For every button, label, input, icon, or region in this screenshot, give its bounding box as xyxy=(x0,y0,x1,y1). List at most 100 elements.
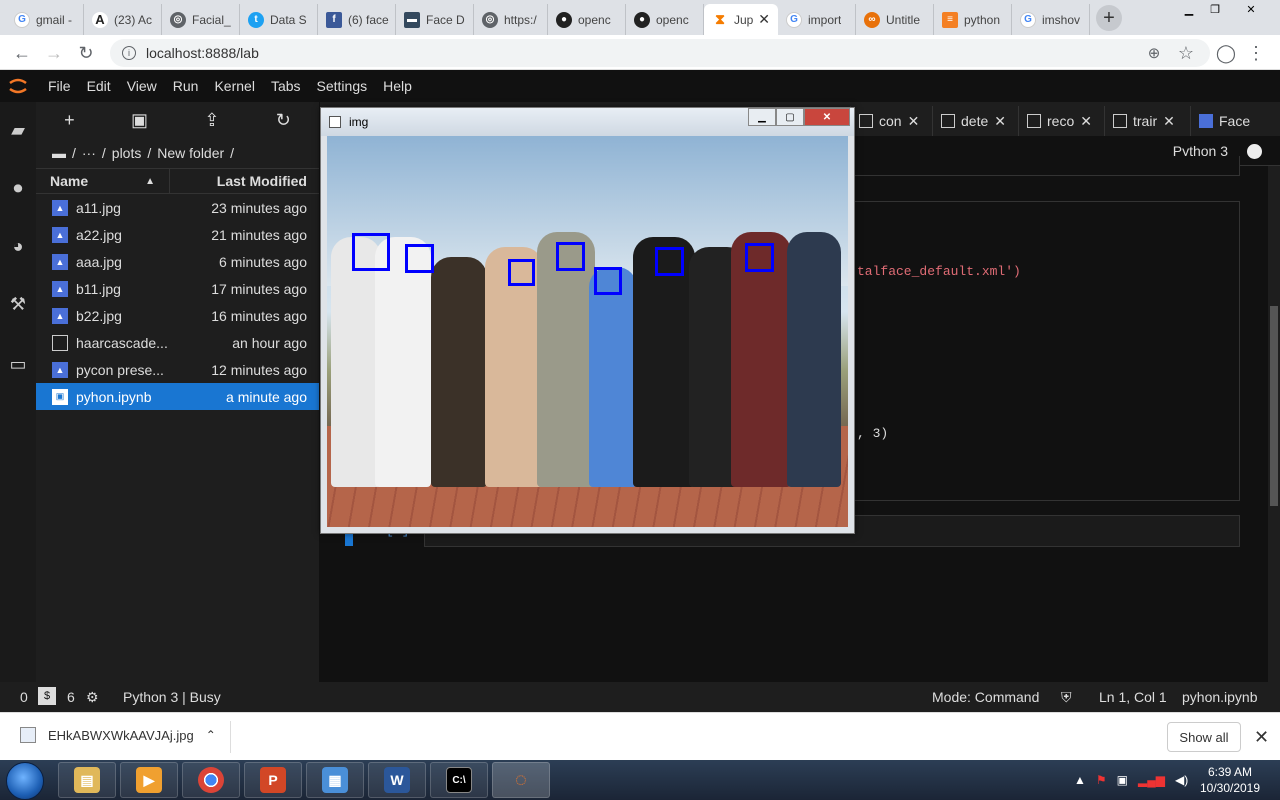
new-folder-icon[interactable]: ▣ xyxy=(131,110,148,131)
kernel-state[interactable]: Python 3 | Busy xyxy=(123,689,221,705)
menu-tabs[interactable]: Tabs xyxy=(263,78,309,94)
cursor-position[interactable]: Ln 1, Col 1 xyxy=(1099,689,1167,705)
forward-icon[interactable]: → xyxy=(42,41,66,65)
minimize-icon[interactable]: ▁ xyxy=(748,108,776,126)
browser-tab[interactable]: ● openc xyxy=(548,4,626,35)
file-row[interactable]: ▲ b11.jpg 17 minutes ago xyxy=(36,275,319,302)
close-icon[interactable]: ✕ xyxy=(804,108,850,126)
new-tab-button[interactable]: + xyxy=(1096,5,1122,31)
doc-tab[interactable]: dete ✕ xyxy=(932,106,1018,136)
file-modified: an hour ago xyxy=(232,334,307,351)
doc-tab[interactable]: reco ✕ xyxy=(1018,106,1104,136)
close-icon[interactable]: ✕ xyxy=(1163,113,1175,130)
browser-tab[interactable]: A (23) Ac xyxy=(84,4,162,35)
taskbar-media-player[interactable]: ▶ xyxy=(120,762,178,798)
menu-kernel[interactable]: Kernel xyxy=(206,78,262,94)
browser-tab[interactable]: ▬ Face D xyxy=(396,4,474,35)
start-button[interactable] xyxy=(6,762,44,800)
refresh-icon[interactable]: ↻ xyxy=(276,110,291,131)
file-row[interactable]: ▲ aaa.jpg 6 minutes ago xyxy=(36,248,319,275)
doc-tab[interactable]: trair ✕ xyxy=(1104,106,1190,136)
restore-icon[interactable]: ❐ xyxy=(1202,0,1228,18)
taskbar-word[interactable]: W xyxy=(368,762,426,798)
menu-run[interactable]: Run xyxy=(165,78,207,94)
wrench-icon[interactable]: ⚒ xyxy=(6,292,30,316)
url-field[interactable]: i localhost:8888/lab xyxy=(110,39,1210,67)
new-launcher-icon[interactable]: + xyxy=(64,110,75,131)
taskbar-control-panel[interactable]: ▦ xyxy=(306,762,364,798)
menu-view[interactable]: View xyxy=(119,78,165,94)
tabs-icon[interactable]: ▭ xyxy=(6,352,30,376)
browser-tab[interactable]: G imshov xyxy=(1012,4,1090,35)
file-row[interactable]: haarcascade... an hour ago xyxy=(36,329,319,356)
doc-tab[interactable]: Face xyxy=(1190,106,1280,136)
network-icon[interactable]: ▂▄▆ xyxy=(1138,773,1165,787)
terminal-icon[interactable]: $ xyxy=(38,687,56,705)
action-center-icon[interactable]: ⚑ xyxy=(1096,773,1107,787)
reload-icon[interactable]: ↻ xyxy=(74,41,98,65)
close-icon[interactable]: ✕ xyxy=(1254,727,1269,748)
breadcrumb-ellipsis[interactable]: ··· xyxy=(82,145,96,161)
browser-tab[interactable]: f (6) face xyxy=(318,4,396,35)
tray-expand-icon[interactable]: ▲ xyxy=(1074,773,1086,787)
clock[interactable]: 6:39 AM 10/30/2019 xyxy=(1196,764,1264,796)
menu-help[interactable]: Help xyxy=(375,78,420,94)
bookmark-star-icon[interactable]: ☆ xyxy=(1174,41,1198,65)
taskbar-powerpoint[interactable]: P xyxy=(244,762,302,798)
browser-tab[interactable]: t Data S xyxy=(240,4,318,35)
show-all-button[interactable]: Show all xyxy=(1167,722,1241,752)
breadcrumb-new-folder[interactable]: New folder xyxy=(157,145,224,161)
info-icon[interactable]: i xyxy=(122,46,136,60)
close-icon[interactable]: ✕ xyxy=(908,113,920,130)
file-row-selected[interactable]: ▣ pyhon.ipynb a minute ago xyxy=(36,383,319,410)
shield-icon[interactable]: ⛨ xyxy=(1061,689,1072,706)
name-column-header[interactable]: Name ▲ xyxy=(36,169,170,193)
file-row[interactable]: ▲ b22.jpg 16 minutes ago xyxy=(36,302,319,329)
menu-dots-icon[interactable]: ⋮ xyxy=(1244,41,1268,65)
breadcrumb-plots[interactable]: plots xyxy=(112,145,142,161)
chevron-up-icon[interactable]: ⌃ xyxy=(206,728,216,742)
zoom-icon[interactable]: ⊕ xyxy=(1142,41,1166,65)
doc-tab[interactable]: con ✕ xyxy=(850,106,932,136)
volume-icon[interactable]: ◀) xyxy=(1175,773,1188,787)
close-window-icon[interactable]: ✕ xyxy=(1228,0,1274,18)
menu-file[interactable]: File xyxy=(36,78,79,94)
palette-icon[interactable]: ◕ xyxy=(6,234,30,258)
close-tab-icon[interactable]: ✕ xyxy=(758,11,770,28)
scrollbar[interactable] xyxy=(1268,166,1280,682)
back-icon[interactable]: ← xyxy=(10,41,34,65)
profile-avatar-icon[interactable]: ◯ xyxy=(1214,41,1238,65)
opencv-image-window[interactable]: img ▁ ▢ ✕ xyxy=(320,107,855,534)
file-row[interactable]: ▲ a11.jpg 23 minutes ago xyxy=(36,194,319,221)
close-icon[interactable]: ✕ xyxy=(994,113,1006,130)
browser-tab[interactable]: G import xyxy=(778,4,856,35)
taskbar-chrome[interactable] xyxy=(182,762,240,798)
browser-tab[interactable]: ≡ python xyxy=(934,4,1012,35)
close-icon[interactable]: ✕ xyxy=(1080,113,1092,130)
browser-tab[interactable]: ◎ Facial_ xyxy=(162,4,240,35)
upload-icon[interactable]: ⇪ xyxy=(204,110,219,131)
browser-tab[interactable]: ∞ Untitle xyxy=(856,4,934,35)
taskbar-explorer[interactable]: ▤ xyxy=(58,762,116,798)
scroll-thumb[interactable] xyxy=(1270,306,1278,506)
download-item[interactable]: EHkABWXWkAAVJAj.jpg ⌃ xyxy=(20,727,216,743)
taskbar-cmd[interactable]: C:\ xyxy=(430,762,488,798)
window-titlebar[interactable]: img ▁ ▢ ✕ xyxy=(321,108,854,136)
folder-icon[interactable]: ▰ xyxy=(6,118,30,142)
kernel-gear-icon[interactable]: ⚙ xyxy=(86,689,99,706)
menu-settings[interactable]: Settings xyxy=(309,78,376,94)
minimize-icon[interactable]: ▁ xyxy=(1176,0,1202,18)
running-icon[interactable]: ⏺ xyxy=(6,176,30,200)
file-row[interactable]: ▲ pycon prese... 12 minutes ago xyxy=(36,356,319,383)
maximize-icon[interactable]: ▢ xyxy=(776,108,804,126)
browser-tab[interactable]: ◎ https:/ xyxy=(474,4,548,35)
device-icon[interactable]: ▣ xyxy=(1117,773,1128,787)
modified-column-header[interactable]: Last Modified xyxy=(170,173,319,189)
browser-tab-active[interactable]: ⧗ Jup ✕ xyxy=(704,4,778,35)
file-row[interactable]: ▲ a22.jpg 21 minutes ago xyxy=(36,221,319,248)
menu-edit[interactable]: Edit xyxy=(79,78,119,94)
browser-tab[interactable]: G gmail - xyxy=(6,4,84,35)
browser-tab[interactable]: ● openc xyxy=(626,4,704,35)
home-folder-icon[interactable]: ▬ xyxy=(52,145,66,161)
taskbar-anaconda[interactable]: ◌ xyxy=(492,762,550,798)
